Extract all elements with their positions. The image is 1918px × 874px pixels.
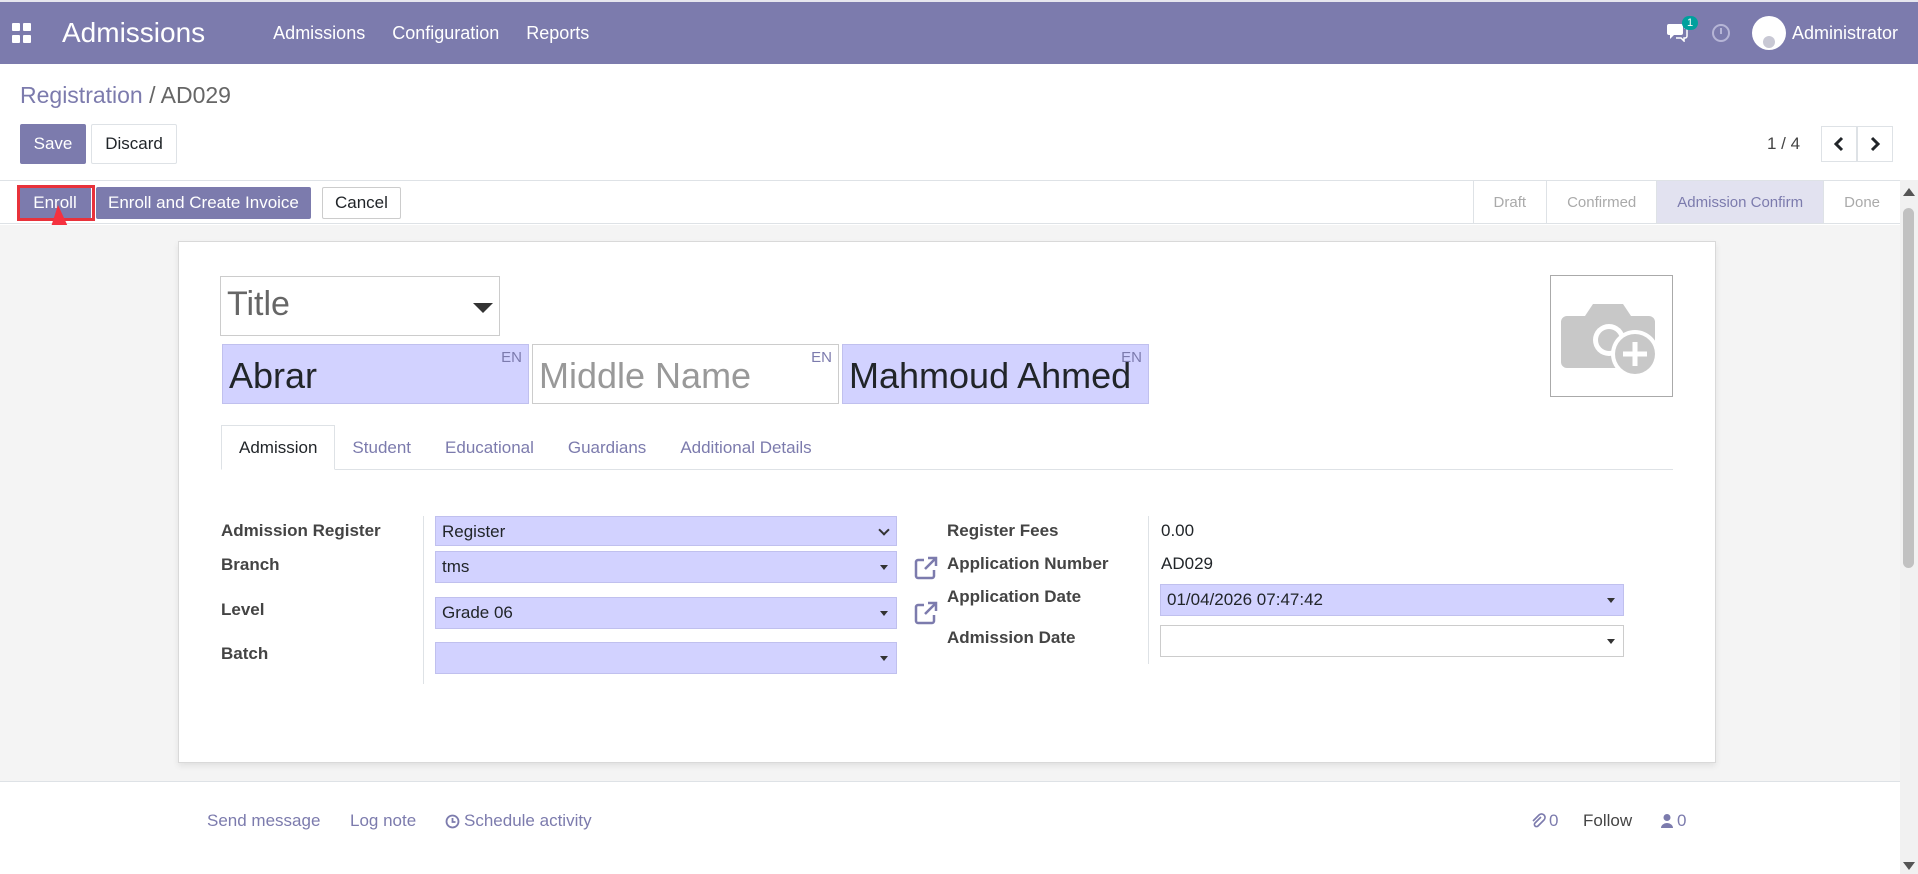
stage-done[interactable]: Done	[1823, 181, 1900, 223]
breadcrumb-current: AD029	[160, 82, 231, 108]
application-date-label: Application Date	[947, 587, 1082, 606]
tab-guardians[interactable]: Guardians	[551, 425, 663, 470]
messaging-icon[interactable]: 1	[1666, 16, 1699, 44]
tab-educational[interactable]: Educational	[428, 425, 551, 470]
tab-additional-details[interactable]: Additional Details	[663, 425, 828, 470]
status-stages: Draft Confirmed Admission Confirm Done	[1472, 181, 1900, 223]
batch-label: Batch	[221, 644, 269, 663]
admission-date-label: Admission Date	[947, 628, 1076, 647]
scroll-up-icon[interactable]	[1903, 188, 1915, 196]
top-navbar: Admissions Admissions Configuration Repo…	[0, 0, 1918, 64]
lang-badge[interactable]: EN	[501, 349, 522, 366]
user-menu[interactable]: Administrator	[1751, 16, 1898, 50]
application-date-value: 01/04/2026 07:47:42	[1167, 590, 1323, 609]
title-select[interactable]: Title	[220, 276, 500, 336]
paperclip-icon	[1532, 813, 1546, 828]
stage-admission-confirm[interactable]: Admission Confirm	[1656, 181, 1824, 223]
breadcrumb-parent[interactable]: Registration	[20, 82, 143, 108]
scroll-down-icon[interactable]	[1903, 862, 1915, 870]
branch-label: Branch	[221, 555, 280, 574]
breadcrumb-separator: /	[149, 82, 156, 108]
level-label: Level	[221, 600, 265, 619]
save-button[interactable]: Save	[20, 124, 86, 164]
middle-name-placeholder: Middle Name	[539, 355, 752, 396]
chevron-right-icon	[1870, 136, 1881, 152]
caret-down-icon	[1607, 598, 1615, 603]
first-name-value: Abrar	[229, 355, 318, 396]
batch-select[interactable]	[435, 642, 897, 674]
send-message-button[interactable]: Send message	[207, 811, 320, 831]
application-number-label: Application Number	[947, 554, 1109, 573]
form-statusbar: Enroll Enroll and Create Invoice Cancel …	[0, 180, 1900, 224]
tab-admission[interactable]: Admission	[221, 425, 336, 470]
register-fees-value: 0.00	[1161, 521, 1195, 540]
last-name-value: Mahmoud Ahmed	[849, 355, 1132, 396]
follow-button[interactable]: Follow	[1583, 811, 1632, 831]
admission-register-label: Admission Register	[221, 521, 381, 540]
application-date-input[interactable]: 01/04/2026 07:47:42	[1160, 584, 1624, 616]
external-link-icon[interactable]	[913, 600, 939, 626]
tab-student[interactable]: Student	[335, 425, 428, 470]
lang-badge[interactable]: EN	[1121, 349, 1142, 366]
discard-button[interactable]: Discard	[91, 124, 177, 164]
admission-register-value: Register	[442, 522, 506, 541]
cancel-button[interactable]: Cancel	[322, 187, 401, 219]
pager-value[interactable]: 1 / 4	[1767, 134, 1800, 154]
menu-admissions[interactable]: Admissions	[273, 23, 365, 44]
user-icon	[1661, 814, 1673, 828]
message-count-badge: 1	[1681, 16, 1699, 30]
left-group-separator	[423, 516, 424, 684]
chevron-down-icon	[878, 524, 890, 536]
enroll-create-invoice-button[interactable]: Enroll and Create Invoice	[96, 187, 311, 219]
avatar	[1751, 16, 1786, 50]
caret-down-icon	[880, 611, 888, 616]
caret-down-icon	[880, 656, 888, 661]
log-note-button[interactable]: Log note	[350, 811, 416, 831]
last-name-field[interactable]: Mahmoud Ahmed EN	[842, 344, 1149, 404]
branch-value: tms	[442, 557, 470, 576]
first-name-field[interactable]: Abrar EN	[222, 344, 529, 404]
camera-add-icon	[1561, 304, 1659, 378]
level-value: Grade 06	[442, 603, 513, 622]
right-group-separator	[1148, 516, 1149, 664]
activity-clock-icon[interactable]	[1711, 24, 1730, 42]
user-name: Administrator	[1791, 22, 1898, 43]
stage-draft[interactable]: Draft	[1472, 181, 1547, 223]
middle-name-field[interactable]: Middle Name EN	[532, 344, 839, 404]
branch-select[interactable]: tms	[435, 551, 897, 583]
followers-button[interactable]: 0	[1660, 811, 1686, 831]
apps-menu-icon[interactable]	[12, 23, 32, 43]
caret-down-icon	[880, 565, 888, 570]
chevron-left-icon	[1833, 136, 1844, 152]
clock-icon	[445, 814, 460, 828]
main-menu: Admissions Configuration Reports	[273, 23, 589, 44]
menu-reports[interactable]: Reports	[526, 23, 589, 44]
pager-next-button[interactable]	[1857, 126, 1893, 162]
caret-down-icon	[1607, 639, 1615, 644]
pager-previous-button[interactable]	[1821, 126, 1857, 162]
application-number-value: AD029	[1161, 554, 1213, 573]
photo-upload[interactable]	[1550, 275, 1673, 397]
scrollbar-thumb[interactable]	[1903, 208, 1914, 568]
level-select[interactable]: Grade 06	[435, 597, 897, 629]
followers-count: 0	[1677, 811, 1687, 830]
external-link-icon[interactable]	[913, 555, 939, 581]
schedule-activity-label: Schedule activity	[464, 811, 592, 830]
breadcrumb: Registration / AD029	[20, 82, 231, 109]
caret-down-icon	[473, 303, 493, 313]
register-fees-label: Register Fees	[947, 521, 1059, 540]
lang-badge[interactable]: EN	[811, 349, 832, 366]
admission-register-select[interactable]: Register	[435, 516, 897, 546]
attachments-count: 0	[1549, 811, 1559, 830]
admission-date-input[interactable]	[1160, 625, 1624, 657]
attachments-button[interactable]: 0	[1530, 811, 1558, 831]
menu-configuration[interactable]: Configuration	[392, 23, 499, 44]
app-brand[interactable]: Admissions	[62, 17, 205, 49]
form-tabs: Admission Student Educational Guardians …	[221, 425, 1673, 470]
title-placeholder: Title	[227, 285, 290, 323]
stage-confirmed[interactable]: Confirmed	[1546, 181, 1656, 223]
navbar-systray: 1 Administrator	[1666, 2, 1898, 64]
schedule-activity-button[interactable]: Schedule activity	[445, 811, 592, 831]
